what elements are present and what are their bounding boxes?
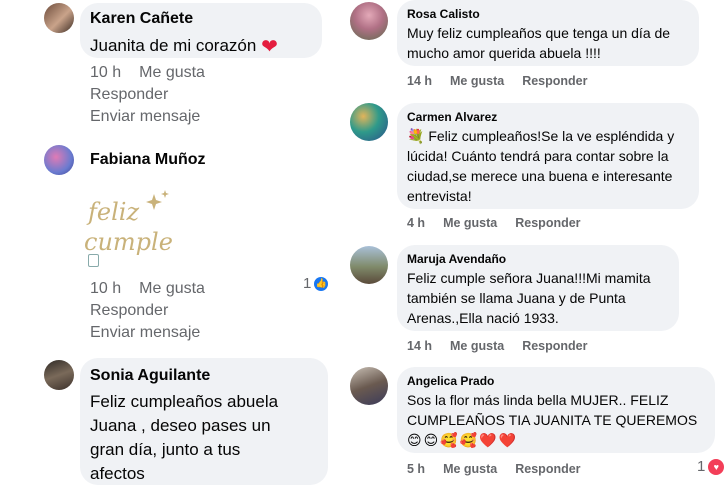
comment-text-line: gran día, junto a tus xyxy=(90,440,241,459)
send-message-link[interactable]: Enviar mensaje xyxy=(90,322,200,344)
timestamp[interactable]: 10 h xyxy=(90,64,121,81)
reply-link[interactable]: Responder xyxy=(90,84,168,106)
timestamp[interactable]: 10 h xyxy=(90,280,121,297)
comment-text-line: 💐 Feliz cumpleaños!Se la ve espléndida y xyxy=(407,128,675,144)
avatar[interactable] xyxy=(350,2,388,40)
reaction-count[interactable]: 1 ♥ xyxy=(697,458,725,475)
comment-bubble: Karen Cañete Juanita de mi corazón ❤ xyxy=(80,3,322,58)
commenter-name[interactable]: Sonia Aguilante xyxy=(90,366,318,386)
reaction-number: 1 xyxy=(303,275,312,292)
comment-bubble: Carmen Alvarez 💐 Feliz cumpleaños!Se la … xyxy=(397,103,699,209)
timestamp[interactable]: 5 h xyxy=(407,462,425,476)
comment-text-line: Juana , deseo pases un xyxy=(90,416,271,435)
comment-bubble: Rosa Calisto Muy feliz cumpleaños que te… xyxy=(397,0,699,66)
comment-text-line: ciudad,se merece una buena e interesante xyxy=(407,168,673,184)
commenter-name[interactable]: Fabiana Muñoz xyxy=(90,150,206,170)
reply-link[interactable]: Responder xyxy=(522,339,587,353)
timestamp[interactable]: 14 h xyxy=(407,339,432,353)
comment-bubble: Angelica Prado Sos la flor más linda bel… xyxy=(397,367,715,453)
comment-text-line: CUMPLEAÑOS TIA JUANITA TE QUEREMOS xyxy=(407,412,698,428)
sticker-text: feliz xyxy=(86,198,139,226)
send-message-link[interactable]: Enviar mensaje xyxy=(90,106,200,128)
sparkle-icon xyxy=(146,194,162,210)
comment-text-line: Muy feliz cumpleaños que tenga un día de xyxy=(407,25,671,41)
heart-emoji: ❤ xyxy=(261,36,278,58)
reply-link[interactable]: Responder xyxy=(515,216,580,230)
like-link[interactable]: Me gusta xyxy=(443,462,497,476)
commenter-name[interactable]: Karen Cañete xyxy=(90,9,312,29)
commenter-name[interactable]: Rosa Calisto xyxy=(407,6,689,22)
commenter-name[interactable]: Carmen Alvarez xyxy=(407,109,689,125)
emoji-row: 😊😊🥰🥰❤️❤️ xyxy=(407,432,518,448)
comment-actions: 14 h Me gusta Responder xyxy=(407,338,606,354)
comment-bubble: Maruja Avendaño Feliz cumple señora Juan… xyxy=(397,245,679,331)
comment-text-content: Juanita de mi corazón xyxy=(90,36,257,55)
comment-text-line: entrevista! xyxy=(407,188,472,204)
comment-actions: 4 h Me gusta Responder xyxy=(407,215,599,231)
comment-actions: 14 h Me gusta Responder xyxy=(407,73,606,89)
love-icon: ♥ xyxy=(708,458,725,475)
comment-bubble: Sonia Aguilante Feliz cumpleaños abuela … xyxy=(80,358,328,485)
timestamp[interactable]: 4 h xyxy=(407,216,425,230)
like-link[interactable]: Me gusta xyxy=(139,64,205,81)
sparkle-icon xyxy=(161,190,169,198)
avatar[interactable] xyxy=(350,103,388,141)
reply-link[interactable]: Responder xyxy=(522,74,587,88)
avatar[interactable] xyxy=(44,360,74,390)
comment-text-line: Feliz cumple señora Juana!!!Mi mamita xyxy=(407,270,651,286)
reaction-number: 1 xyxy=(697,458,706,475)
comment-text-line: Feliz cumpleaños abuela xyxy=(90,392,279,411)
avatar[interactable] xyxy=(350,246,388,284)
avatar[interactable] xyxy=(350,367,388,405)
like-icon: 👍 xyxy=(314,276,329,291)
comment-actions: 10 h Me gusta xyxy=(90,62,223,84)
comment-text-line: Arenas.,Ella nació 1933. xyxy=(407,310,559,326)
commenter-name[interactable]: Maruja Avendaño xyxy=(407,251,669,267)
commenter-name[interactable]: Angelica Prado xyxy=(407,373,705,389)
comment-text: Juanita de mi corazón ❤ xyxy=(90,34,312,59)
comment-text-line: afectos xyxy=(90,464,145,483)
comment-text-line: Sos la flor más linda bella MUJER.. FELI… xyxy=(407,392,669,408)
comment-actions: 5 h Me gusta Responder xyxy=(407,461,599,477)
gif-icon xyxy=(88,254,99,267)
like-link[interactable]: Me gusta xyxy=(450,74,504,88)
comment-text-line: mucho amor querida abuela !!!! xyxy=(407,45,601,61)
like-link[interactable]: Me gusta xyxy=(139,280,205,297)
avatar[interactable] xyxy=(44,3,74,33)
comment-actions: 10 h Me gusta xyxy=(90,278,223,300)
sticker-text: cumple! xyxy=(84,228,172,256)
comment-text-line: también se llama Juana y de Punta xyxy=(407,290,626,306)
avatar[interactable] xyxy=(44,145,74,175)
reply-link[interactable]: Responder xyxy=(90,300,168,322)
like-link[interactable]: Me gusta xyxy=(450,339,504,353)
comment-text-line: lúcida! Cuánto tendrá para contar sobre … xyxy=(407,148,669,164)
reply-link[interactable]: Responder xyxy=(515,462,580,476)
timestamp[interactable]: 14 h xyxy=(407,74,432,88)
reaction-count[interactable]: 1 👍 xyxy=(303,275,329,292)
like-link[interactable]: Me gusta xyxy=(443,216,497,230)
